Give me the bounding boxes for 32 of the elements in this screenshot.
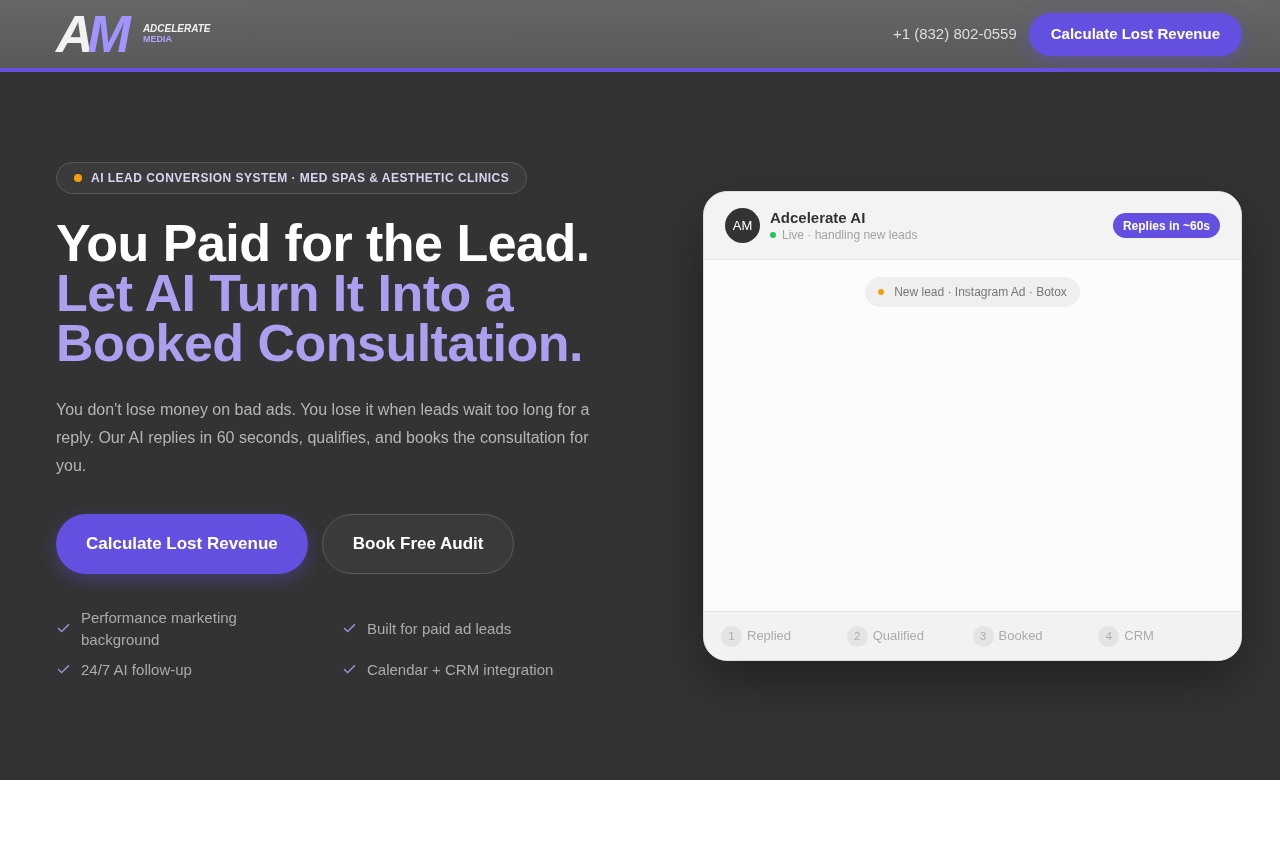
step-number: 4 [1098,625,1120,647]
hero-description: You don't lose money on bad ads. You lose it when leads wait too long for a reply. Our AI replies in 60 seconds, qualifies, and books the consultation for you. [56,399,591,476]
assistant-name: Adcelerate AI [770,208,867,227]
reply-time-badge: Replies in ~60s [1112,213,1220,238]
feature-text: Calendar + CRM integration [367,659,554,680]
lead-tag-text: New lead · Instagram Ad · Botox [894,284,1067,301]
headline-highlight: Let AI Turn It Into a Booked Consultation. [56,267,584,368]
status-dot-icon [770,232,776,238]
avatar: AM [725,208,760,243]
phone-link[interactable]: +1 (832) 802-0559 [892,22,1017,46]
logo-name: ADCELERATE [142,23,211,34]
step-number: 2 [846,625,868,647]
calculate-revenue-button[interactable]: Calculate Lost Revenue [56,513,308,574]
logo-tagline: MEDIA [142,34,173,45]
dot-icon [878,289,885,295]
assistant-status: Live · handling new leads [782,227,918,243]
book-audit-button[interactable]: Book Free Audit [321,513,515,574]
logo-mark: AM [56,11,133,57]
dot-icon [74,173,82,182]
step-label: Qualified [872,627,925,646]
feature-text: Performance marketing background [81,607,238,650]
calculate-revenue-button[interactable]: Calculate Lost Revenue [1028,12,1242,56]
step-label: Booked [998,627,1043,646]
headline: You Paid for the Lead. [56,217,591,268]
category-text: AI LEAD CONVERSION SYSTEM · MED SPAS & AESTHETIC CLINICS [91,169,510,187]
feature-text: 24/7 AI follow-up [81,659,192,680]
step-number: 1 [721,625,742,647]
step-label: CRM [1124,627,1154,646]
feature-text: Built for paid ad leads [367,618,512,639]
logo[interactable]: AM ADCELERATE MEDIA [56,11,211,57]
step-number: 3 [972,625,994,647]
step-label: Replied [747,627,792,646]
